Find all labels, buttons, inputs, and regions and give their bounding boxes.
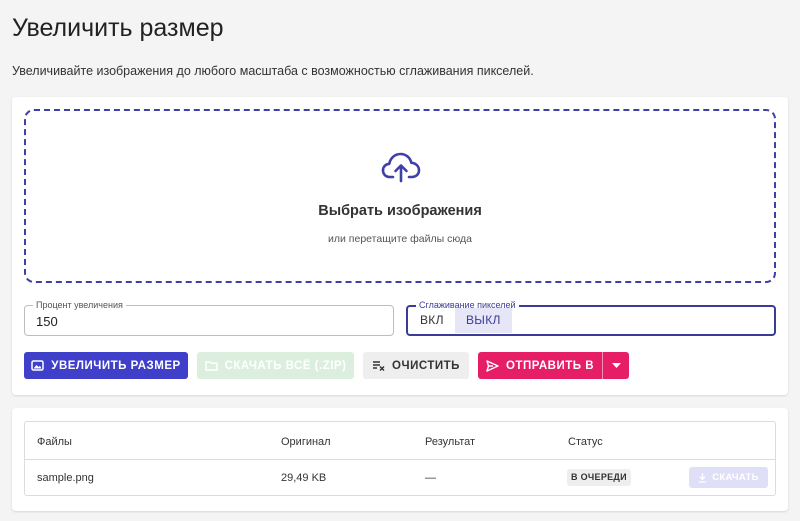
dropzone-hint: или перетащите файлы сюда: [328, 233, 472, 245]
status-badge: В ОЧЕРЕДИ: [567, 469, 631, 486]
clear-list-icon: [373, 361, 385, 371]
file-name: sample.png: [37, 472, 94, 484]
row-download-label: СКАЧАТЬ: [712, 472, 759, 483]
send-icon: [486, 359, 499, 372]
download-all-button-label: СКАЧАТЬ ВСЁ (.ZIP): [224, 359, 347, 372]
cloud-upload-icon: [381, 152, 421, 183]
clear-button-label: ОЧИСТИТЬ: [392, 359, 460, 372]
percent-label: Процент увеличения: [33, 299, 126, 311]
upscale-card: Выбрать изображения или перетащите файлы…: [12, 97, 788, 395]
upscale-button-label: УВЕЛИЧИТЬ РАЗМЕР: [51, 359, 181, 372]
smoothing-toggle-group: Сглаживание пикселей ВКЛ ВЫКЛ: [406, 299, 776, 336]
send-to-button[interactable]: ОТПРАВИТЬ В: [478, 352, 602, 379]
folder-icon: [204, 361, 218, 371]
column-header-status: Статус: [568, 436, 603, 448]
row-download-button[interactable]: СКАЧАТЬ: [689, 467, 768, 488]
send-to-button-label: ОТПРАВИТЬ В: [505, 359, 595, 372]
files-card: Файлы Оригинал Результат Статус sample.p…: [12, 408, 788, 511]
dropzone-title: Выбрать изображения: [318, 203, 482, 219]
column-header-original: Оригинал: [281, 436, 331, 448]
table-divider: [25, 459, 775, 460]
original-size: 29,49 KB: [281, 472, 327, 484]
percent-value[interactable]: 150: [36, 314, 58, 329]
column-header-files: Файлы: [37, 436, 72, 448]
send-to-menu-button[interactable]: [602, 352, 629, 379]
image-dropzone[interactable]: Выбрать изображения или перетащите файлы…: [24, 109, 776, 283]
clear-button[interactable]: ОЧИСТИТЬ: [363, 352, 469, 379]
files-table: Файлы Оригинал Результат Статус sample.p…: [24, 421, 776, 496]
percent-input[interactable]: Процент увеличения 150: [24, 299, 394, 336]
column-header-result: Результат: [425, 436, 476, 448]
smoothing-off-toggle[interactable]: ВЫКЛ: [455, 308, 512, 333]
page-subtitle: Увеличивайте изображения до любого масшт…: [12, 64, 534, 78]
image-icon: [31, 360, 45, 371]
caret-down-icon: [611, 363, 621, 368]
upscale-button[interactable]: УВЕЛИЧИТЬ РАЗМЕР: [24, 352, 188, 379]
download-all-button[interactable]: СКАЧАТЬ ВСЁ (.ZIP): [197, 352, 354, 379]
smoothing-on-toggle[interactable]: ВКЛ: [409, 308, 455, 333]
page-title: Увеличить размер: [12, 14, 224, 42]
result-size: —: [425, 472, 436, 484]
download-icon: [699, 473, 707, 483]
